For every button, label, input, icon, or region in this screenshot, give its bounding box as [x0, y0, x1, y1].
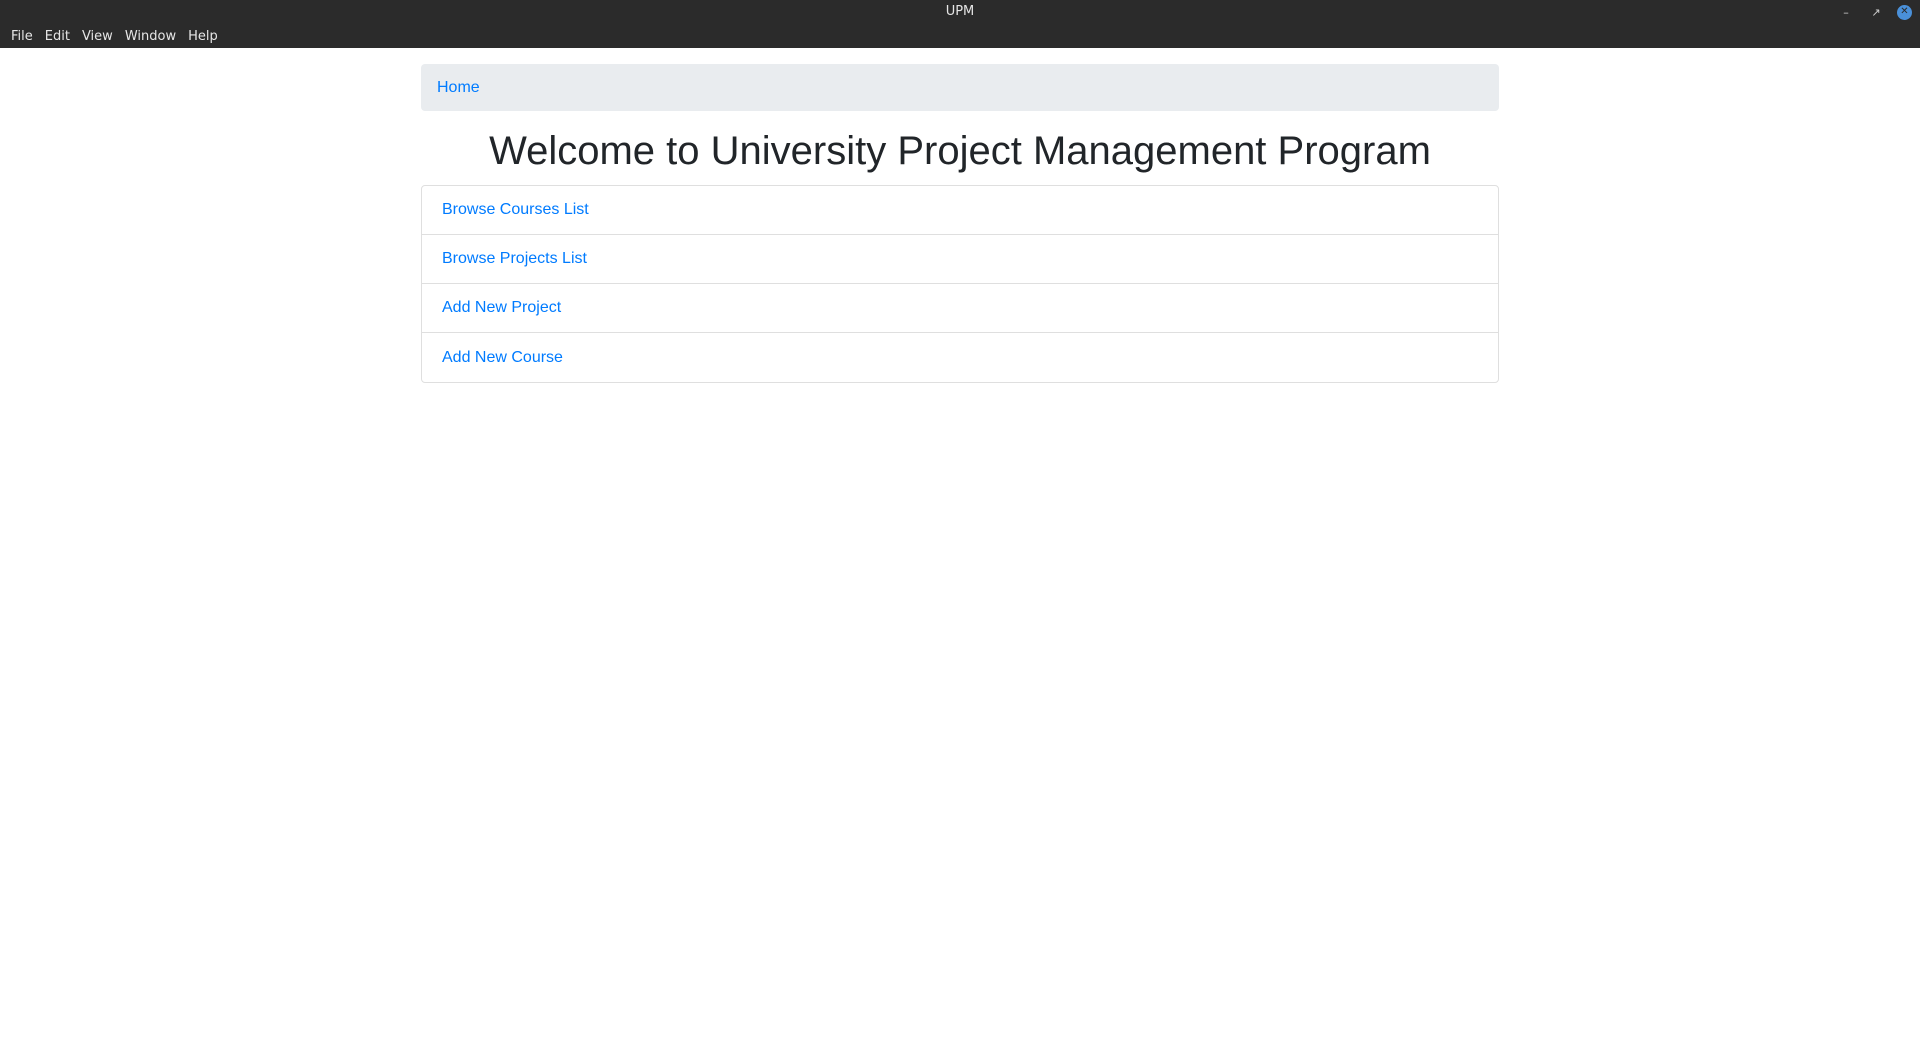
main-content: Home Welcome to University Project Manag… [421, 64, 1499, 383]
menu-edit[interactable]: Edit [40, 29, 75, 44]
add-new-course-link[interactable]: Add New Course [442, 349, 563, 367]
close-icon[interactable]: ✕ [1897, 4, 1912, 20]
window-title: UPM [945, 4, 975, 19]
minimize-icon[interactable]: – [1837, 3, 1855, 21]
window-controls: – ↗ ✕ [1837, 3, 1912, 21]
menu-view[interactable]: View [77, 29, 118, 44]
breadcrumb-home-link[interactable]: Home [437, 79, 480, 97]
nav-list: Browse Courses List Browse Projects List… [421, 185, 1499, 383]
browse-projects-link[interactable]: Browse Projects List [442, 250, 587, 268]
list-item: Add New Course [422, 333, 1498, 382]
menu-window[interactable]: Window [120, 29, 181, 44]
window-titlebar: UPM – ↗ ✕ [0, 0, 1920, 24]
list-item: Add New Project [422, 284, 1498, 333]
menu-help[interactable]: Help [183, 29, 223, 44]
maximize-icon[interactable]: ↗ [1867, 3, 1885, 21]
list-item: Browse Courses List [422, 186, 1498, 235]
menubar: File Edit View Window Help [0, 24, 1920, 48]
list-item: Browse Projects List [422, 235, 1498, 284]
breadcrumb: Home [421, 64, 1499, 111]
page-title: Welcome to University Project Management… [489, 129, 1431, 173]
add-new-project-link[interactable]: Add New Project [442, 299, 561, 317]
browse-courses-link[interactable]: Browse Courses List [442, 201, 589, 219]
menu-file[interactable]: File [6, 29, 38, 44]
